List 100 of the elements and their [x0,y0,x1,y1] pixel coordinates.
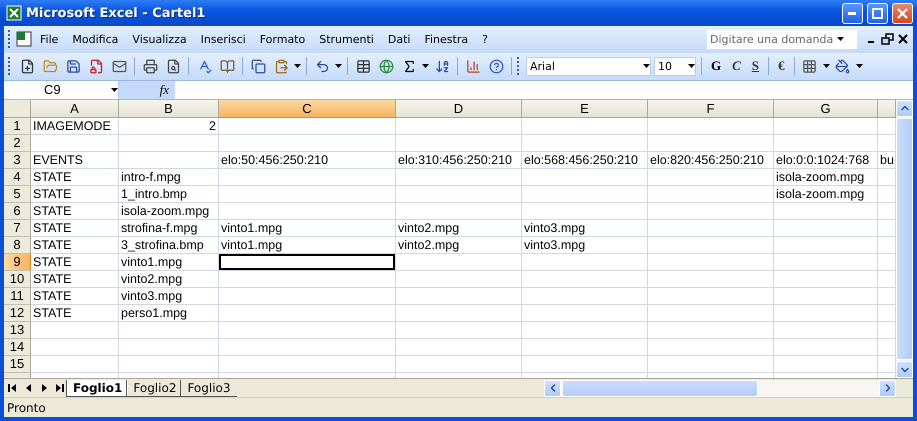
table-cell[interactable] [522,304,648,322]
table-cell[interactable] [396,168,522,186]
row-header[interactable]: 3 [4,152,31,169]
column-header[interactable]: D [396,100,522,118]
table-cell[interactable] [396,202,522,220]
table-cell[interactable] [648,356,774,373]
table-cell[interactable] [219,304,396,322]
scroll-up-button[interactable] [896,100,913,117]
table-cell[interactable] [219,270,396,288]
row-header[interactable]: 10 [4,270,31,288]
table-cell[interactable] [774,134,878,152]
table-cell[interactable]: STATE [31,168,119,186]
table-cell[interactable] [119,322,219,339]
table-cell[interactable] [648,288,774,305]
table-cell[interactable]: STATE [31,186,119,203]
table-cell[interactable] [219,134,396,152]
table-cell[interactable] [119,152,219,169]
table-cell[interactable]: isola-zoom.mpg [774,186,878,203]
scroll-thumb[interactable] [562,380,758,397]
table-cell[interactable] [774,220,878,237]
table-cell[interactable]: vinto2.mpg [396,236,522,254]
table-cell[interactable] [31,356,119,373]
table-cell[interactable] [31,338,119,356]
table-cell[interactable] [219,186,396,203]
format-button[interactable]: C [728,58,745,74]
table-cell[interactable] [219,118,396,135]
table-cell[interactable] [774,356,878,373]
column-header[interactable]: F [648,100,774,118]
format-button[interactable]: € [774,58,789,74]
table-cell[interactable] [648,270,774,288]
table-cell[interactable]: 1_intro.bmp [119,186,219,203]
close-icon[interactable] [897,33,909,46]
column-header[interactable]: G [774,100,878,118]
table-cell[interactable] [522,356,648,373]
table-cell[interactable] [219,168,396,186]
column-header[interactable]: A [31,100,119,118]
minimize-button[interactable] [842,2,863,24]
row-header[interactable]: 8 [4,236,31,254]
row-header[interactable]: 13 [4,322,31,339]
table-cell[interactable] [522,254,648,271]
table-cell[interactable] [396,304,522,322]
table-cell[interactable] [522,322,648,339]
close-button[interactable] [892,2,913,24]
table-cell[interactable] [522,338,648,356]
table-cell[interactable]: elo:0:0:1024:768 [774,152,878,169]
table-cell[interactable]: vinto1.mpg [119,254,219,271]
column-header[interactable]: B [119,100,219,118]
menu-item[interactable]: Dati [382,30,416,48]
table-cell[interactable] [31,134,119,152]
table-cell[interactable] [648,338,774,356]
table-cell[interactable]: STATE [31,304,119,322]
table-cell[interactable] [219,338,396,356]
table-cell[interactable] [396,118,522,135]
table-cell[interactable] [522,270,648,288]
table-cell[interactable]: STATE [31,220,119,237]
selected-cell[interactable] [219,254,396,271]
scroll-down-button[interactable] [896,361,913,378]
table-cell[interactable]: vinto3.mpg [522,236,648,254]
table-cell[interactable]: isola-zoom.mpg [119,202,219,220]
table-cell[interactable] [522,288,648,305]
table-cell[interactable]: STATE [31,202,119,220]
table-cell[interactable] [31,322,119,339]
row-header[interactable]: 11 [4,288,31,305]
table-cell[interactable] [119,338,219,356]
spreadsheet-icon[interactable] [16,31,32,48]
table-cell[interactable] [648,304,774,322]
table-cell[interactable] [522,202,648,220]
table-cell[interactable]: vinto2.mpg [396,220,522,237]
function-label[interactable]: fx [160,82,169,98]
table-cell[interactable] [396,254,522,271]
table-cell[interactable]: isola-zoom.mpg [774,168,878,186]
menu-item[interactable]: Strumenti [313,30,380,48]
table-cell[interactable] [396,322,522,339]
table-cell[interactable] [522,134,648,152]
table-cell[interactable] [774,254,878,271]
row-header[interactable]: 4 [4,168,31,186]
table-cell[interactable] [648,186,774,203]
row-header[interactable]: 15 [4,356,31,373]
table-cell[interactable]: 2 [119,118,219,135]
table-cell[interactable] [396,134,522,152]
table-cell[interactable]: IMAGEMODE [31,118,119,135]
menu-item[interactable]: Inserisci [194,30,252,48]
table-cell[interactable]: STATE [31,270,119,288]
format-button[interactable]: S [748,58,764,74]
table-cell[interactable]: vinto1.mpg [219,220,396,237]
font-field[interactable]: Arial [526,56,651,76]
menu-item[interactable]: Visualizza [126,30,193,48]
table-cell[interactable]: vinto1.mpg [219,236,396,254]
table-cell[interactable] [396,288,522,305]
help-search-field[interactable]: Digitare una domanda. [707,30,857,49]
table-cell[interactable]: elo:568:456:250:210 [522,152,648,169]
table-cell[interactable] [774,322,878,339]
table-cell[interactable]: STATE [31,236,119,254]
table-cell[interactable]: vinto3.mpg [522,220,648,237]
row-header[interactable]: 7 [4,220,31,237]
table-cell[interactable] [119,134,219,152]
column-header[interactable]: E [522,100,648,118]
table-cell[interactable] [522,168,648,186]
table-cell[interactable] [648,322,774,339]
row-header[interactable]: 9 [4,254,31,271]
